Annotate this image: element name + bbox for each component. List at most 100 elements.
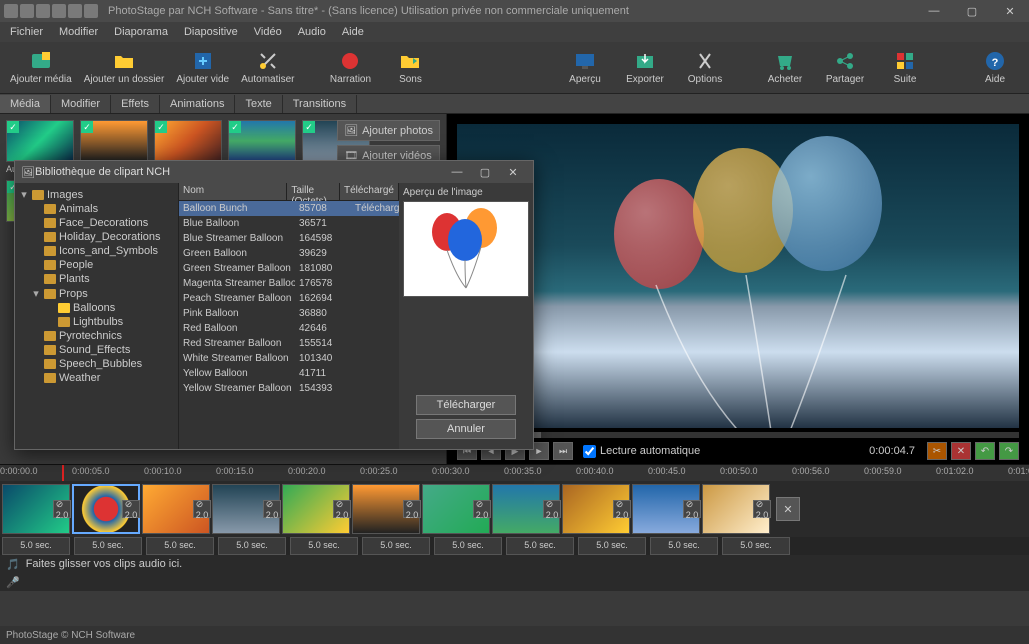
undo-button[interactable]: ↶: [975, 442, 995, 460]
qa-icon[interactable]: [68, 4, 82, 18]
share-button[interactable]: Partager: [815, 48, 875, 87]
tree-item[interactable]: ▾Props: [17, 286, 176, 301]
timeline-clip[interactable]: ⊘2.0: [422, 484, 490, 534]
add-media-button[interactable]: Ajouter média: [4, 48, 78, 87]
automate-button[interactable]: Automatiser: [235, 48, 300, 87]
menu-diapositive[interactable]: Diapositive: [178, 24, 244, 40]
list-row[interactable]: Yellow Streamer Balloon154393: [179, 381, 399, 396]
tree-item[interactable]: Balloons: [17, 301, 176, 315]
folder-tree[interactable]: ▾ImagesAnimalsFace_DecorationsHoliday_De…: [15, 183, 179, 449]
narration-button[interactable]: Narration: [320, 48, 380, 87]
preview-button[interactable]: Aperçu: [555, 48, 615, 87]
auto-play-checkbox[interactable]: Lecture automatique: [583, 445, 700, 458]
timeline-clip[interactable]: ⊘2.0: [282, 484, 350, 534]
redo-button[interactable]: ↷: [999, 442, 1019, 460]
tree-item[interactable]: Holiday_Decorations: [17, 230, 176, 244]
cancel-button[interactable]: Annuler: [416, 419, 516, 439]
menu-diaporama[interactable]: Diaporama: [108, 24, 174, 40]
menu-fichier[interactable]: Fichier: [4, 24, 49, 40]
tab-effets[interactable]: Effets: [111, 95, 160, 113]
sounds-button[interactable]: Sons: [380, 48, 440, 87]
menu-audio[interactable]: Audio: [292, 24, 332, 40]
list-row[interactable]: Green Streamer Balloon181080: [179, 261, 399, 276]
timeline-clip[interactable]: ⊘2.0: [632, 484, 700, 534]
export-button[interactable]: Exporter: [615, 48, 675, 87]
transition-icon[interactable]: ⊘2.0: [753, 500, 771, 518]
timeline-clip[interactable]: ⊘2.0: [142, 484, 210, 534]
qa-icon[interactable]: [36, 4, 50, 18]
add-empty-button[interactable]: Ajouter vide: [170, 48, 235, 87]
add-photos-button[interactable]: 🖼Ajouter photos: [337, 120, 440, 141]
list-row[interactable]: Red Streamer Balloon155514: [179, 336, 399, 351]
transition-icon[interactable]: ⊘2.0: [263, 500, 281, 518]
clip-track[interactable]: ⊘2.0⊘2.0⊘2.0⊘2.0⊘2.0⊘2.0⊘2.0⊘2.0⊘2.0⊘2.0…: [0, 481, 1029, 537]
time-ruler[interactable]: 0:00:00.00:00:05.00:00:10.00:00:15.00:00…: [0, 465, 1029, 481]
cut-button[interactable]: ✂: [927, 442, 947, 460]
tree-item[interactable]: Animals: [17, 202, 176, 216]
transition-icon[interactable]: ⊘2.0: [333, 500, 351, 518]
tree-item[interactable]: Lightbulbs: [17, 315, 176, 329]
clip-duration[interactable]: 5.0 sec.: [290, 537, 358, 555]
delete-button[interactable]: ✕: [951, 442, 971, 460]
menu-video[interactable]: Vidéo: [248, 24, 288, 40]
timeline-clip[interactable]: ⊘2.0: [212, 484, 280, 534]
transition-icon[interactable]: ⊘2.0: [543, 500, 561, 518]
help-button[interactable]: ?Aide: [965, 48, 1025, 87]
dialog-close[interactable]: ✕: [499, 166, 527, 179]
timeline-clip[interactable]: ⊘2.0: [562, 484, 630, 534]
buy-button[interactable]: Acheter: [755, 48, 815, 87]
list-row[interactable]: Red Balloon42646: [179, 321, 399, 336]
add-folder-button[interactable]: Ajouter un dossier: [78, 48, 171, 87]
list-row[interactable]: Peach Streamer Balloon162694: [179, 291, 399, 306]
transition-icon[interactable]: ⊘2.0: [122, 500, 140, 518]
clip-duration[interactable]: 5.0 sec.: [722, 537, 790, 555]
timeline-clip[interactable]: ⊘2.0: [2, 484, 70, 534]
clip-duration[interactable]: 5.0 sec.: [506, 537, 574, 555]
qa-icon[interactable]: [20, 4, 34, 18]
close-clip-button[interactable]: ✕: [776, 497, 800, 521]
col-size[interactable]: Taille (Octets): [287, 183, 340, 200]
qa-icon[interactable]: [4, 4, 18, 18]
clip-duration[interactable]: 5.0 sec.: [2, 537, 70, 555]
clip-duration[interactable]: 5.0 sec.: [650, 537, 718, 555]
close-button[interactable]: ✕: [995, 5, 1025, 18]
tree-item[interactable]: Icons_and_Symbols: [17, 244, 176, 258]
dialog-maximize[interactable]: ▢: [471, 166, 499, 179]
timeline-clip[interactable]: ⊘2.0: [72, 484, 140, 534]
dialog-minimize[interactable]: —: [443, 166, 471, 178]
timeline-clip[interactable]: ⊘2.0: [702, 484, 770, 534]
timeline-clip[interactable]: ⊘2.0: [492, 484, 560, 534]
clip-duration[interactable]: 5.0 sec.: [362, 537, 430, 555]
menu-aide[interactable]: Aide: [336, 24, 370, 40]
qa-icon[interactable]: [84, 4, 98, 18]
menu-modifier[interactable]: Modifier: [53, 24, 104, 40]
transition-icon[interactable]: ⊘2.0: [613, 500, 631, 518]
transition-icon[interactable]: ⊘2.0: [53, 500, 71, 518]
tree-item[interactable]: Weather: [17, 371, 176, 385]
tab-transitions[interactable]: Transitions: [283, 95, 357, 113]
transition-icon[interactable]: ⊘2.0: [193, 500, 211, 518]
list-row[interactable]: Balloon Bunch85708Téléchargé: [179, 201, 399, 216]
qa-icon[interactable]: [52, 4, 66, 18]
transition-icon[interactable]: ⊘2.0: [403, 500, 421, 518]
suite-button[interactable]: Suite: [875, 48, 935, 87]
tree-item[interactable]: Sound_Effects: [17, 343, 176, 357]
clip-duration[interactable]: 5.0 sec.: [434, 537, 502, 555]
clip-duration[interactable]: 5.0 sec.: [218, 537, 286, 555]
preview-canvas[interactable]: [457, 124, 1019, 428]
list-row[interactable]: White Streamer Balloon101340: [179, 351, 399, 366]
clip-duration[interactable]: 5.0 sec.: [578, 537, 646, 555]
tab-modifier[interactable]: Modifier: [51, 95, 111, 113]
list-row[interactable]: Yellow Balloon41711: [179, 366, 399, 381]
tree-item[interactable]: ▾Images: [17, 187, 176, 202]
transition-icon[interactable]: ⊘2.0: [683, 500, 701, 518]
download-button[interactable]: Télécharger: [416, 395, 516, 415]
mic-track[interactable]: 🎤: [0, 573, 1029, 591]
timeline-clip[interactable]: ⊘2.0: [352, 484, 420, 534]
tab-animations[interactable]: Animations: [160, 95, 235, 113]
tree-item[interactable]: Pyrotechnics: [17, 329, 176, 343]
preview-scrubber[interactable]: [457, 432, 1019, 438]
tree-item[interactable]: Speech_Bubbles: [17, 357, 176, 371]
clip-duration[interactable]: 5.0 sec.: [146, 537, 214, 555]
options-button[interactable]: Options: [675, 48, 735, 87]
